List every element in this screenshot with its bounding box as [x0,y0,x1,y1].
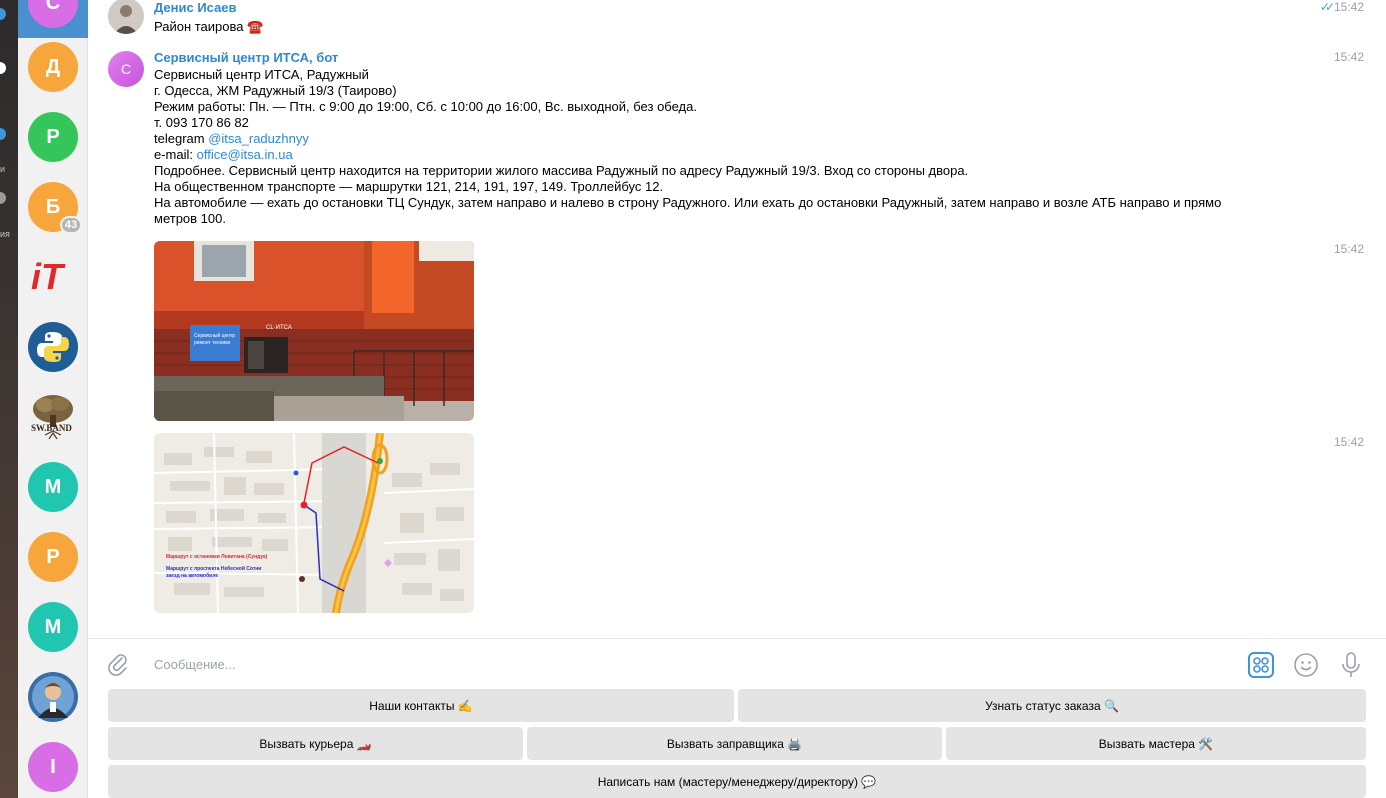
message-line: telegram @itsa_raduzhnyy [154,131,1221,147]
folder-label[interactable]: ия [0,229,10,239]
building-photo-icon: Сервисный центр ремонт техники CL·ИТСА [154,241,474,421]
banner-text: ремонт техники [194,340,230,346]
bot-keyboard-grid-icon [1253,657,1269,673]
user-photo-icon [108,0,144,34]
message-line: Подробнее. Сервисный центр находится на … [154,163,969,178]
map-legend-red: Маршрут с остановки Левитана (Сундук) [166,554,268,560]
avatar: М [28,602,78,652]
message-line: г. Одесса, ЖМ Радужный 19/3 (Таирово) [154,83,397,98]
message-line: На автомобиле — ехать до остановки ТЦ Су… [154,195,1222,210]
avatar: I [28,742,78,792]
bot-keyboard-icon[interactable] [1248,652,1274,678]
avatar-letter: М [44,615,62,638]
email-label: e-mail: [154,147,197,162]
message: Денис Исаев Район таирова ☎️ ✓✓ 15:42 [88,0,1386,40]
message-history: Денис Исаев Район таирова ☎️ ✓✓ 15:42 С … [88,0,1386,638]
message-composer [88,638,1386,688]
message-text: Сервисный центр ИТСА, Радужный г. Одесса… [154,67,1221,227]
it-logo-icon: iT [31,256,66,297]
chat-item[interactable] [18,662,88,732]
chat-item[interactable]: iT [18,242,88,312]
chat-item[interactable]: Б 43 [18,172,88,242]
paperclip-icon[interactable] [106,652,130,676]
folder-indicator [0,128,6,140]
write-us-button[interactable]: Написать нам (мастеру/менеджеру/директор… [108,765,1366,798]
unread-badge: 43 [60,216,82,234]
avatar: М [28,462,78,512]
message-time: 15:42 [1333,0,1364,14]
chat-item[interactable]: Р [18,522,88,592]
message-line: На общественном транспорте — маршрутки 1… [154,179,664,194]
message-time: 15:42 [1333,50,1364,64]
map-legend-blue: Маршрут с проспекта Небесной Сотни [166,565,261,572]
chat-list: С Д Р Б 43 iT SW.BAND М Р М I [18,0,88,798]
message-line: Режим работы: Пн. — Птн. с 9:00 до 19:00… [154,99,697,114]
telegram-window: и ия С Д Р Б 43 iT SW.BAND М Р М I Денис… [0,0,1386,798]
message-line: т. 093 170 86 82 [154,115,249,130]
call-master-button[interactable]: Вызвать мастера 🛠️ [946,727,1366,760]
svg-text:iT: iT [31,256,66,297]
order-status-button[interactable]: Узнать статус заказа 🔍 [738,689,1366,722]
message-line: Сервисный центр ИТСА, Радужный [154,67,369,82]
avatar-letter: Д [45,55,61,78]
photo-building[interactable]: Сервисный центр ремонт техники CL·ИТСА [154,241,474,421]
avatar: Р [28,532,78,582]
chat-item[interactable]: Д [18,32,88,102]
avatar-letter: Р [46,545,60,568]
message-line: e-mail: office@itsa.in.ua [154,147,1221,163]
folder-label[interactable]: и [0,164,5,174]
message-text: Район таирова ☎️ [154,19,264,34]
folder-indicator [0,62,6,74]
telegram-link[interactable]: @itsa_raduzhnyy [208,131,309,146]
folder-indicator [0,192,6,204]
swband-logo-icon: SW.BAND [31,395,73,440]
message-author[interactable]: Денис Исаев [154,0,237,15]
python-logo-icon [28,322,78,372]
avatar: Д [28,42,78,92]
avatar[interactable] [108,0,144,34]
chat-item[interactable]: I [18,732,88,798]
avatar-letter: I [50,755,56,778]
avatar: С [28,0,78,28]
microphone-icon[interactable] [1338,651,1364,679]
our-contacts-button[interactable]: Наши контакты ✍️ [108,689,734,722]
email-link[interactable]: office@itsa.in.ua [197,147,293,162]
chat-item[interactable]: SW.BAND [18,382,88,452]
banner-text: Сервисный центр [194,332,235,339]
avatar[interactable]: С [108,51,144,87]
chat-item[interactable] [18,312,88,382]
call-refiller-button[interactable]: Вызвать заправщика 🖨️ [527,727,942,760]
read-checkmarks-icon: ✓✓ [1319,0,1335,14]
message-time: 15:42 [1333,242,1364,256]
message-input[interactable] [154,649,1224,679]
chat-item[interactable]: М [18,452,88,522]
person-avatar-icon [28,672,78,722]
emoji-icon[interactable] [1293,652,1319,678]
message-author[interactable]: Сервисный центр ИТСА, бот [154,50,338,65]
map-photo-icon: Маршрут с остановки Левитана (Сундук) Ма… [154,433,474,613]
telegram-label: telegram [154,131,209,146]
avatar-letter: М [44,475,62,498]
folder-strip: и ия [0,0,18,798]
avatar-letter: Б [45,195,61,218]
avatar-letter: С [45,0,61,14]
folder-indicator [0,8,6,20]
avatar-letter: С [120,61,132,77]
message: С Сервисный центр ИТСА, бот 15:42 Сервис… [88,48,1386,233]
chat-item[interactable]: М [18,592,88,662]
sign-text: CL·ИТСА [266,325,292,331]
photo-map[interactable]: Маршрут с остановки Левитана (Сундук) Ма… [154,433,474,613]
bot-reply-keyboard: Наши контакты ✍️ Узнать статус заказа 🔍 … [88,688,1386,798]
call-courier-button[interactable]: Вызвать курьера 🏎️ [108,727,523,760]
chat-item[interactable]: Р [18,102,88,172]
avatar: Р [28,112,78,162]
message-time: 15:42 [1333,435,1364,449]
avatar: Б 43 [28,182,82,234]
message-line: метров 100. [154,211,226,226]
avatar-letter: Р [46,125,60,148]
map-legend-blue: заезд на автомобиле [166,572,218,579]
